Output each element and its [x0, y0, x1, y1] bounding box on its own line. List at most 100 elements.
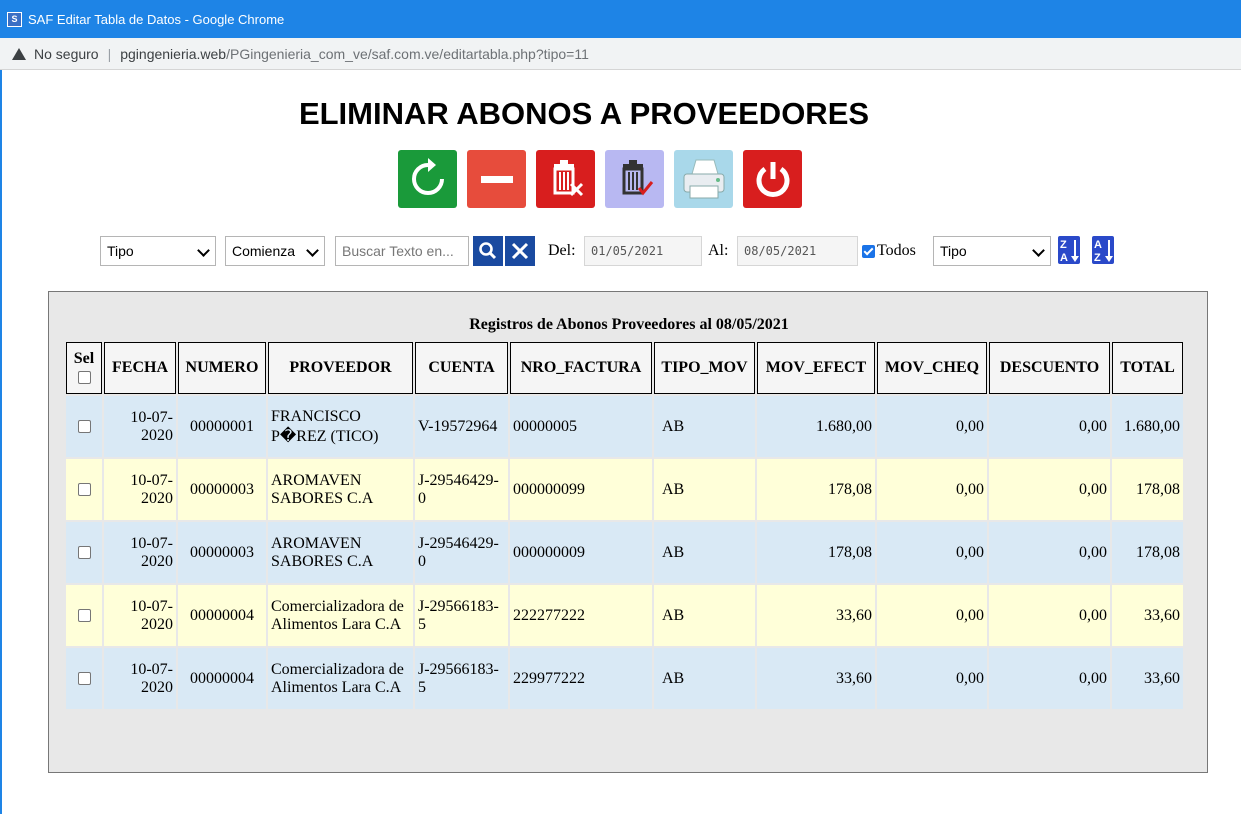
column-header-total[interactable]: TOTAL	[1112, 342, 1183, 394]
chevron-down-icon	[306, 244, 319, 257]
row-checkbox[interactable]	[77, 420, 91, 434]
select-all-checkbox[interactable]	[77, 370, 91, 384]
descuento-cell: 0,00	[989, 648, 1110, 709]
clear-search-button[interactable]	[505, 236, 535, 266]
cuenta-cell: V-19572964	[415, 396, 508, 457]
column-header-descuento[interactable]: DESCUENTO	[989, 342, 1110, 394]
tipo-mov-cell: AB	[654, 522, 755, 583]
numero-cell: 00000001	[178, 396, 266, 457]
table-row[interactable]: 10-07-2020 00000003 AROMAVEN SABORES C.A…	[66, 459, 1183, 520]
field-select-value: Tipo	[107, 243, 134, 259]
table-row[interactable]: 10-07-2020 00000001 FRANCISCO P�REZ (TIC…	[66, 396, 1183, 457]
mov-efect-cell: 178,08	[757, 459, 875, 520]
minus-icon	[480, 176, 513, 183]
table-row[interactable]: 10-07-2020 00000004 Comercializadora de …	[66, 648, 1183, 709]
match-select-value: Comienza	[232, 243, 296, 259]
url-domain[interactable]: pgingenieria.web	[120, 46, 226, 62]
column-header-numero[interactable]: NUMERO	[178, 342, 266, 394]
svg-text:Z: Z	[1060, 239, 1067, 251]
all-dates-checkbox[interactable]	[862, 245, 875, 258]
table-row[interactable]: 10-07-2020 00000003 AROMAVEN SABORES C.A…	[66, 522, 1183, 583]
sort-select-value: Tipo	[940, 243, 967, 259]
row-checkbox[interactable]	[77, 609, 91, 623]
security-label[interactable]: No seguro	[34, 46, 99, 62]
url-path[interactable]: /PGingenieria_com_ve/saf.com.ve/editarta…	[226, 46, 589, 62]
descuento-cell: 0,00	[989, 585, 1110, 646]
field-select[interactable]: Tipo	[100, 236, 216, 266]
chevron-down-icon	[1032, 244, 1045, 257]
row-checkbox[interactable]	[77, 546, 91, 560]
column-header-cuenta[interactable]: CUENTA	[415, 342, 508, 394]
address-bar[interactable]: No seguro | pgingenieria.web/PGingenieri…	[0, 38, 1241, 70]
proveedor-cell: Comercializadora de Alimentos Lara C.A	[268, 585, 413, 646]
descuento-cell: 0,00	[989, 522, 1110, 583]
column-header-fecha[interactable]: FECHA	[104, 342, 176, 394]
proveedor-cell: Comercializadora de Alimentos Lara C.A	[268, 648, 413, 709]
column-header-proveedor[interactable]: PROVEEDOR	[268, 342, 413, 394]
sort-descending-button[interactable]: ZA	[1058, 236, 1080, 264]
delete-x-icon	[553, 160, 583, 197]
total-cell: 33,60	[1112, 585, 1183, 646]
row-select-cell[interactable]	[66, 648, 102, 709]
row-checkbox[interactable]	[77, 483, 91, 497]
delete-confirm-button[interactable]	[605, 150, 664, 208]
tipo-mov-cell: AB	[654, 396, 755, 457]
fecha-cell: 10-07-2020	[104, 396, 176, 457]
proveedor-cell: FRANCISCO P�REZ (TICO)	[268, 396, 413, 457]
table-row[interactable]: 10-07-2020 00000004 Comercializadora de …	[66, 585, 1183, 646]
numero-cell: 00000003	[178, 459, 266, 520]
mov-cheq-cell: 0,00	[877, 585, 987, 646]
delete-selected-button[interactable]	[536, 150, 595, 208]
row-select-cell[interactable]	[66, 459, 102, 520]
refresh-button[interactable]	[398, 150, 457, 208]
total-cell: 178,08	[1112, 459, 1183, 520]
svg-text:Z: Z	[1094, 252, 1101, 264]
warning-icon[interactable]	[12, 47, 26, 60]
power-icon	[756, 162, 789, 197]
nro-factura-cell: 229977222	[510, 648, 652, 709]
from-date-value: 01/05/2021	[591, 244, 664, 258]
total-cell: 33,60	[1112, 648, 1183, 709]
row-select-cell[interactable]	[66, 522, 102, 583]
row-select-cell[interactable]	[66, 396, 102, 457]
sel-header-label: Sel	[73, 350, 95, 367]
column-header-sel: Sel	[66, 342, 102, 394]
mov-efect-cell: 33,60	[757, 648, 875, 709]
to-date-field[interactable]: 08/05/2021	[737, 236, 858, 266]
search-button[interactable]	[473, 236, 503, 266]
svg-text:A: A	[1094, 239, 1102, 251]
exit-button[interactable]	[743, 150, 802, 208]
chevron-down-icon	[197, 244, 210, 257]
refresh-icon	[411, 158, 444, 195]
column-header-mov-efect[interactable]: MOV_EFECT	[757, 342, 875, 394]
row-select-cell[interactable]	[66, 585, 102, 646]
nro-factura-cell: 000000099	[510, 459, 652, 520]
column-header-nro-factura[interactable]: NRO_FACTURA	[510, 342, 652, 394]
records-table: Sel FECHA NUMERO PROVEEDOR CUENTA NRO_FA…	[64, 340, 1185, 711]
window-left-border	[0, 70, 2, 814]
fecha-cell: 10-07-2020	[104, 648, 176, 709]
column-header-tipo-mov[interactable]: TIPO_MOV	[654, 342, 755, 394]
numero-cell: 00000004	[178, 585, 266, 646]
sort-ascending-button[interactable]: AZ	[1092, 236, 1114, 264]
proveedor-cell: AROMAVEN SABORES C.A	[268, 522, 413, 583]
nro-factura-cell: 222277222	[510, 585, 652, 646]
match-select[interactable]: Comienza	[225, 236, 325, 266]
cuenta-cell: J-29546429-0	[415, 459, 508, 520]
address-separator: |	[107, 45, 112, 62]
cuenta-cell: J-29566183-5	[415, 585, 508, 646]
column-header-mov-cheq[interactable]: MOV_CHEQ	[877, 342, 987, 394]
fecha-cell: 10-07-2020	[104, 522, 176, 583]
nro-factura-cell: 000000009	[510, 522, 652, 583]
remove-button[interactable]	[467, 150, 526, 208]
search-icon	[479, 242, 497, 260]
cuenta-cell: J-29566183-5	[415, 648, 508, 709]
sort-select[interactable]: Tipo	[933, 236, 1051, 266]
row-checkbox[interactable]	[77, 672, 91, 686]
search-input[interactable]	[335, 236, 469, 266]
mov-cheq-cell: 0,00	[877, 648, 987, 709]
tipo-mov-cell: AB	[654, 459, 755, 520]
from-date-field[interactable]: 01/05/2021	[584, 236, 702, 266]
print-button[interactable]	[674, 150, 733, 208]
nro-factura-cell: 00000005	[510, 396, 652, 457]
